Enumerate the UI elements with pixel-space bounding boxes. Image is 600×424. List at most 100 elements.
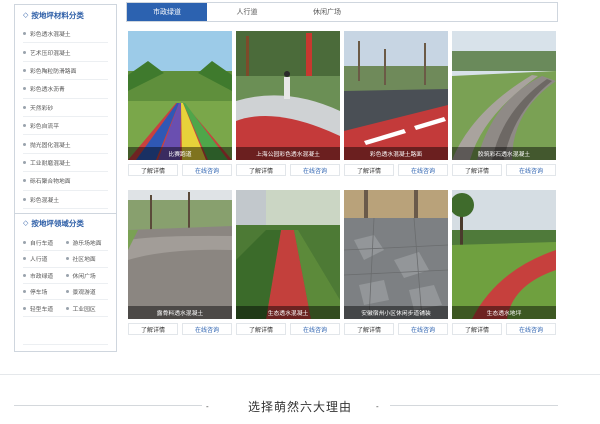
sidebar-item-label: 彩色自流平 xyxy=(30,124,59,131)
learn-more-button[interactable]: 了解详情 xyxy=(344,164,394,176)
learn-more-button[interactable]: 了解详情 xyxy=(452,164,502,176)
online-consult-button[interactable]: 在线咨询 xyxy=(506,164,556,176)
bullet-icon xyxy=(65,290,69,294)
stamped-photo-image xyxy=(344,190,448,319)
sidebar-item-material[interactable]: 彩色陶粒防滑路面 xyxy=(23,62,108,81)
product-photo[interactable]: 彩色透水混凝土路面 xyxy=(344,31,448,160)
sidebar-item-field[interactable]: 自行车道 xyxy=(23,235,66,252)
online-consult-button[interactable]: 在线咨询 xyxy=(290,323,340,335)
bullet-icon xyxy=(23,124,26,128)
reasons-section: - 选择萌然六大理由 - xyxy=(0,374,600,424)
park-photo-image xyxy=(236,31,340,160)
learn-more-button[interactable]: 了解详情 xyxy=(128,164,178,176)
sidebar-divider xyxy=(23,344,108,345)
product-photo[interactable]: 胶筑彩石透水混凝土 xyxy=(452,31,556,160)
sidebar-item-field[interactable]: 景观游道 xyxy=(65,284,108,301)
sidebar-item-field[interactable]: 休闲广场 xyxy=(65,268,108,285)
sidebar-item-field[interactable]: 人行道 xyxy=(23,251,66,268)
product-caption: 比赛跑道 xyxy=(128,147,232,160)
material-category-heading: ◇ 按地坪材料分类 xyxy=(15,5,116,25)
category-tabs: 市政绿道 人行道 休闲广场 xyxy=(126,2,558,22)
product-card: 上海公园彩色透水混凝土 了解详情 在线咨询 xyxy=(236,31,340,176)
sidebar-item-label: 工业耐磨混凝土 xyxy=(30,160,71,167)
bullet-icon xyxy=(23,142,26,146)
tab-leisure-plaza[interactable]: 休闲广场 xyxy=(287,3,367,21)
sidebar-item-material[interactable]: 彩色透水混凝土 xyxy=(23,25,108,44)
section-title: 选择萌然六大理由 xyxy=(247,400,352,414)
learn-more-button[interactable]: 了解详情 xyxy=(452,323,502,335)
sidebar-item-label: 轻型车道 xyxy=(30,306,54,313)
bullet-icon xyxy=(23,68,26,72)
sidebar-item-material[interactable]: 砾石聚合物地面 xyxy=(23,172,108,191)
product-photo[interactable]: 比赛跑道 xyxy=(128,31,232,160)
product-photo[interactable]: 安徽宿州小区休闲步道铺装 xyxy=(344,190,448,319)
sidebar-item-label: 市政绿道 xyxy=(30,273,54,280)
online-consult-button[interactable]: 在线咨询 xyxy=(182,164,232,176)
bullet-icon xyxy=(23,160,26,164)
product-caption: 生态透水混凝土 xyxy=(236,306,340,319)
sidebar-item-material[interactable]: 彩色透水沥青 xyxy=(23,80,108,99)
sidebar-item-label: 砾石聚合物地面 xyxy=(30,179,71,186)
title-divider-right xyxy=(390,405,558,406)
road-photo-image xyxy=(344,31,448,160)
online-consult-button[interactable]: 在线咨询 xyxy=(398,323,448,335)
bullet-icon xyxy=(23,241,26,245)
online-consult-button[interactable]: 在线咨询 xyxy=(290,164,340,176)
sidebar-item-label: 彩色陶粒防滑路面 xyxy=(30,68,77,75)
bullet-icon xyxy=(65,306,69,310)
learn-more-button[interactable]: 了解详情 xyxy=(128,323,178,335)
sidebar-item-label: 彩色混凝土 xyxy=(30,197,59,204)
product-photo[interactable]: 生态透水地坪 xyxy=(452,190,556,319)
bullet-icon xyxy=(23,32,26,36)
product-caption: 彩色透水混凝土路面 xyxy=(344,147,448,160)
tab-sidewalk[interactable]: 人行道 xyxy=(207,3,287,21)
sidebar-item-field[interactable]: 游乐场地面 xyxy=(65,235,108,252)
product-photo[interactable]: 生态透水混凝土 xyxy=(236,190,340,319)
sidebar-item-material[interactable]: 抛光固化混凝土 xyxy=(23,135,108,154)
eco-floor-photo-image xyxy=(452,190,556,319)
bullet-icon xyxy=(23,105,26,109)
field-heading-text: 按地坪领域分类 xyxy=(31,218,84,228)
sidebar-item-material[interactable]: 工业耐磨混凝土 xyxy=(23,154,108,173)
bullet-icon xyxy=(23,273,26,277)
sidebar-item-material[interactable]: 天然彩砂 xyxy=(23,99,108,117)
sidebar-item-field[interactable]: 轻型车道 xyxy=(23,300,66,317)
learn-more-button[interactable]: 了解详情 xyxy=(344,323,394,335)
product-card: 生态透水地坪 了解详情 在线咨询 xyxy=(452,190,556,335)
online-consult-button[interactable]: 在线咨询 xyxy=(182,323,232,335)
product-caption: 安徽宿州小区休闲步道铺装 xyxy=(344,306,448,319)
category-sidebar: ◇ 按地坪材料分类 彩色透水混凝土 艺术压印混凝土 彩色陶粒防滑路面 彩色透水沥… xyxy=(14,4,117,352)
sidebar-item-field[interactable]: 停车场 xyxy=(23,284,66,301)
online-consult-button[interactable]: 在线咨询 xyxy=(398,164,448,176)
sidebar-item-material[interactable]: 彩色自流平 xyxy=(23,117,108,136)
sidebar-item-field[interactable]: 工业园区 xyxy=(65,300,108,317)
product-photo[interactable]: 露骨料透水混凝土 xyxy=(128,190,232,319)
sidebar-item-label: 景观游道 xyxy=(72,290,96,297)
tab-municipal-greenway[interactable]: 市政绿道 xyxy=(127,3,207,21)
diamond-icon: ◇ xyxy=(23,220,29,228)
product-card: 生态透水混凝土 了解详情 在线咨询 xyxy=(236,190,340,335)
sidebar-item-field[interactable]: 市政绿道 xyxy=(23,268,66,285)
title-dash-right: - xyxy=(376,402,379,411)
sidebar-item-material[interactable]: 艺术压印混凝土 xyxy=(23,43,108,62)
product-photo[interactable]: 上海公园彩色透水混凝土 xyxy=(236,31,340,160)
product-caption: 生态透水地坪 xyxy=(452,306,556,319)
learn-more-button[interactable]: 了解详情 xyxy=(236,164,286,176)
bullet-icon xyxy=(65,257,69,261)
bullet-icon xyxy=(23,290,26,294)
aggregate-photo-image xyxy=(128,190,232,319)
sidebar-item-field[interactable]: 社区地面 xyxy=(65,251,108,268)
online-consult-button[interactable]: 在线咨询 xyxy=(506,323,556,335)
learn-more-button[interactable]: 了解详情 xyxy=(236,323,286,335)
bullet-icon xyxy=(23,50,26,54)
sidebar-item-label: 休闲广场 xyxy=(72,273,96,280)
field-list: 自行车道 游乐场地面 人行道 社区地面 市政绿道 休闲广场 停车场 景观游道 轻… xyxy=(15,233,116,317)
sidebar-item-label: 彩色透水混凝土 xyxy=(30,32,71,39)
product-card: 胶筑彩石透水混凝土 了解详情 在线咨询 xyxy=(452,31,556,176)
sidebar-item-material[interactable]: 彩色混凝土 xyxy=(23,191,108,209)
field-category-heading: ◇ 按地坪领域分类 xyxy=(15,212,116,233)
eco-path-photo-image xyxy=(236,190,340,319)
bullet-icon xyxy=(23,257,26,261)
product-caption: 上海公园彩色透水混凝土 xyxy=(236,147,340,160)
material-heading-text: 按地坪材料分类 xyxy=(31,10,84,20)
